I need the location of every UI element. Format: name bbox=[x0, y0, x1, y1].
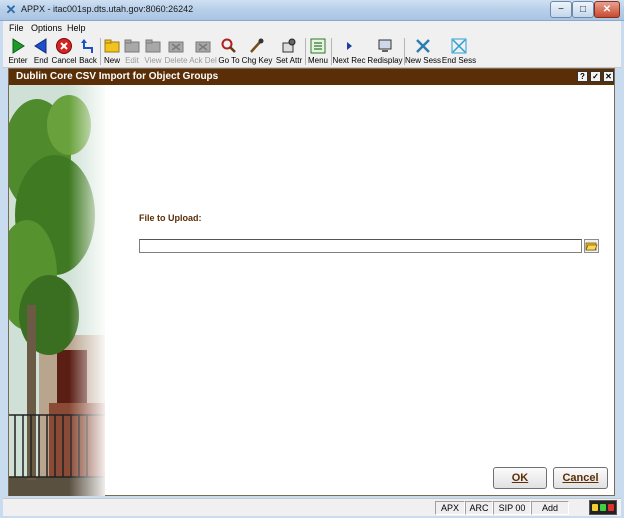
toolbar-ack-del-label: Ack Del bbox=[189, 56, 217, 65]
toolbar-redisplay-label: Redisplay bbox=[367, 56, 403, 65]
status-lights bbox=[589, 500, 617, 515]
view-folder-icon bbox=[145, 39, 161, 53]
menu-bar: File Options Help bbox=[3, 21, 621, 35]
toolbar-new-label: New bbox=[103, 56, 120, 65]
toolbar-next-rec-label: Next Rec bbox=[332, 56, 366, 65]
toolbar: Enter End Cancel Back New Edit View Dele… bbox=[3, 35, 621, 68]
status-sip: SIP 00 bbox=[493, 501, 531, 515]
next-record-icon bbox=[347, 42, 352, 50]
panel-header: Dublin Core CSV Import for Object Groups… bbox=[9, 69, 614, 85]
window-title-bar[interactable]: ✕ APPX - itac001sp.dts.utah.gov:8060:262… bbox=[0, 0, 624, 21]
toolbar-delete-button[interactable]: Delete bbox=[163, 35, 189, 68]
toolbar-set-attr-button[interactable]: Set Attr bbox=[273, 35, 305, 68]
toolbar-cancel-button[interactable]: Cancel bbox=[51, 35, 77, 68]
file-path-input[interactable] bbox=[139, 239, 582, 253]
toolbar-go-to-label: Go To bbox=[218, 56, 240, 65]
file-to-upload-label: File to Upload: bbox=[139, 213, 202, 223]
appx-logo-icon: ✕ bbox=[5, 2, 17, 17]
toolbar-end-label: End bbox=[33, 56, 49, 65]
toolbar-view-label: View bbox=[144, 56, 162, 65]
status-light-yellow-icon bbox=[592, 504, 598, 511]
status-light-red-icon bbox=[608, 504, 614, 511]
confirm-button[interactable]: ✓ bbox=[590, 71, 601, 82]
status-light-green-icon bbox=[600, 504, 606, 511]
toolbar-back-label: Back bbox=[79, 56, 97, 65]
toolbar-set-attr-label: Set Attr bbox=[275, 56, 303, 65]
toolbar-edit-button[interactable]: Edit bbox=[122, 35, 142, 68]
menu-file[interactable]: File bbox=[9, 23, 24, 33]
edit-folder-icon bbox=[124, 39, 140, 53]
maximize-button[interactable]: □ bbox=[572, 1, 594, 18]
status-apx: APX bbox=[435, 501, 465, 515]
menu-list-icon bbox=[310, 38, 326, 54]
toolbar-ack-del-button[interactable]: Ack Del bbox=[189, 35, 217, 68]
toolbar-cancel-label: Cancel bbox=[51, 56, 77, 65]
toolbar-chg-key-button[interactable]: Chg Key bbox=[241, 35, 273, 68]
toolbar-edit-label: Edit bbox=[125, 56, 139, 65]
toolbar-back-button[interactable]: Back bbox=[77, 35, 99, 68]
toolbar-end-sess-label: End Sess bbox=[441, 56, 477, 65]
window-title: APPX - itac001sp.dts.utah.gov:8060:26242 bbox=[21, 4, 194, 14]
toolbar-end-sess-button[interactable]: End Sess bbox=[441, 35, 477, 68]
import-panel: Dublin Core CSV Import for Object Groups… bbox=[8, 68, 615, 496]
redisplay-icon bbox=[378, 39, 392, 52]
toolbar-new-sess-label: New Sess bbox=[405, 56, 442, 65]
back-icon bbox=[81, 39, 93, 53]
ok-button[interactable]: OK bbox=[493, 467, 547, 489]
toolbar-enter-button[interactable]: Enter bbox=[5, 35, 31, 68]
toolbar-new-button[interactable]: New bbox=[102, 35, 122, 68]
toolbar-new-sess-button[interactable]: New Sess bbox=[405, 35, 441, 68]
toolbar-enter-label: Enter bbox=[8, 56, 28, 65]
toolbar-separator bbox=[100, 38, 101, 65]
toolbar-chg-key-label: Chg Key bbox=[241, 56, 273, 65]
status-arc: ARC bbox=[465, 501, 493, 515]
enter-icon bbox=[12, 38, 25, 54]
minimize-button[interactable]: − bbox=[550, 1, 572, 18]
menu-help[interactable]: Help bbox=[67, 23, 86, 33]
delete-folder-icon bbox=[168, 41, 184, 53]
toolbar-menu-label: Menu bbox=[307, 56, 328, 65]
new-folder-icon bbox=[104, 39, 120, 53]
ack-delete-icon bbox=[195, 41, 211, 53]
end-session-icon bbox=[451, 38, 467, 54]
sidebar-photo bbox=[9, 85, 105, 496]
close-panel-button[interactable]: ✕ bbox=[603, 71, 614, 82]
open-folder-icon bbox=[585, 242, 598, 251]
magnifier-icon bbox=[221, 38, 236, 53]
set-attributes-icon bbox=[282, 38, 296, 53]
cancel-button[interactable]: Cancel bbox=[553, 467, 608, 489]
toolbar-redisplay-button[interactable]: Redisplay bbox=[367, 35, 403, 68]
change-key-icon bbox=[250, 38, 264, 53]
new-session-icon bbox=[416, 39, 430, 53]
toolbar-view-button[interactable]: View bbox=[143, 35, 163, 68]
panel-title: Dublin Core CSV Import for Object Groups bbox=[16, 71, 219, 82]
toolbar-end-button[interactable]: End bbox=[30, 35, 52, 68]
toolbar-next-rec-button[interactable]: Next Rec bbox=[332, 35, 366, 68]
photo-fade-overlay bbox=[69, 85, 105, 496]
toolbar-go-to-button[interactable]: Go To bbox=[217, 35, 241, 68]
menu-options[interactable]: Options bbox=[31, 23, 62, 33]
toolbar-delete-label: Delete bbox=[164, 56, 188, 65]
status-bar: APX ARC SIP 00 Add bbox=[3, 498, 621, 516]
end-icon bbox=[34, 38, 47, 54]
toolbar-menu-button[interactable]: Menu bbox=[306, 35, 330, 68]
status-mode: Add bbox=[531, 501, 569, 515]
browse-file-button[interactable] bbox=[584, 239, 599, 253]
close-window-button[interactable]: ✕ bbox=[594, 1, 620, 18]
help-button[interactable]: ? bbox=[577, 71, 588, 82]
cancel-icon bbox=[56, 38, 72, 54]
